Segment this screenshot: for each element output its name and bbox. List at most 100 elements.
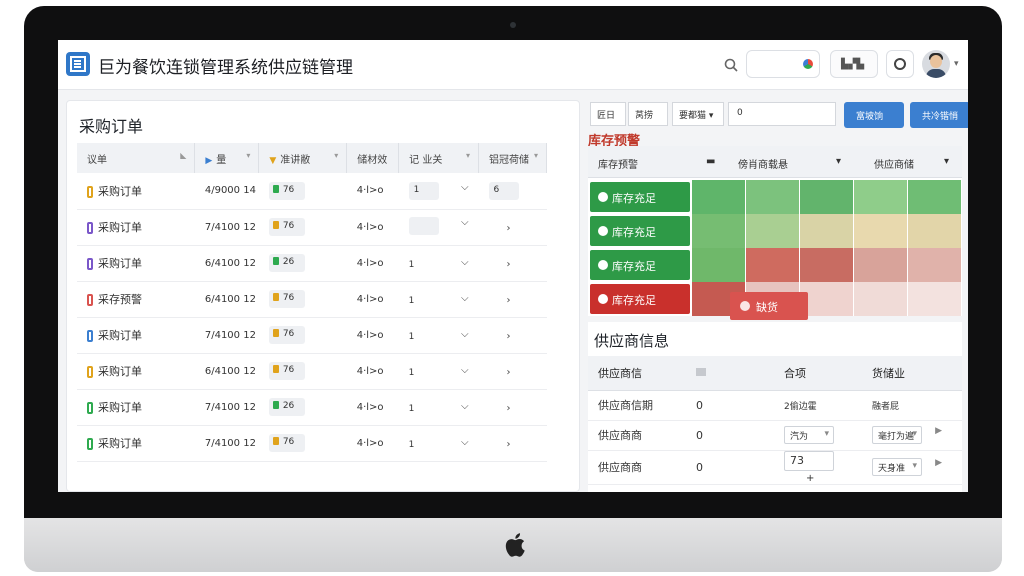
table-row[interactable]: 供应商商0 73 + 天身准 ▶ [588,450,962,485]
shortage-badge[interactable]: 缺货 [730,292,808,320]
table-row[interactable]: 供应商商0 汽为 毫打为遍 ▶ [588,420,962,451]
chevron-down-icon[interactable]: ⌵ [461,365,469,376]
heatmap-cell [746,248,800,282]
heatmap-cell [854,180,908,214]
table-row[interactable]: 采购订单 7/4100 12 76 4·l>o ⌵ › [77,209,547,246]
order-name-cell[interactable]: 采购订单 [77,425,195,462]
col-header[interactable]: 铝冠荷储 ▾ [478,143,547,173]
status-marker [87,330,93,342]
last-cell: › [478,209,547,246]
chevron-down-icon[interactable]: ⌵ [461,293,469,304]
stock-status-badge[interactable]: 库存充足 [590,250,690,280]
qty-pill[interactable]: 76 [268,218,305,236]
chevron-right-icon[interactable]: ▶ [935,426,942,436]
col-header[interactable]: ▼ 准讲敝 ▾ [258,143,348,173]
secondary-button[interactable]: 共冷锴悄 [910,102,968,128]
chevron-down-icon[interactable]: ⌵ [461,257,469,268]
qty-pill[interactable]: 26 [268,398,305,416]
chevron-right-icon[interactable]: › [507,439,511,450]
order-name-cell[interactable]: 采购订单 [77,245,195,282]
supplier-field-cell: 汽为 [774,420,862,451]
plus-icon[interactable]: + [806,473,814,484]
search-input[interactable] [746,50,820,78]
chevron-right-icon[interactable]: › [507,295,511,306]
status-marker [87,438,93,450]
status-marker [87,294,93,306]
qty-pill[interactable]: 76 [268,434,305,452]
search-field[interactable]: 0 [728,102,836,126]
chevron-down-icon[interactable]: ⌵ [461,329,469,340]
table-row[interactable]: 采购订单 4/9000 14 76 4·l>o 1 ⌵ 6 [77,173,547,210]
quantity-input[interactable]: 73 [784,450,834,471]
order-name-cell[interactable]: 采购订单 [77,209,195,246]
segment-button[interactable]: 莴捞 [628,102,668,126]
col-header[interactable]: 供应商信 [588,356,686,391]
tag-cell: 1 ⌵ [398,425,479,462]
qty-pill[interactable]: 76 [268,362,305,380]
col-header[interactable]: 记 业关 ▾ [398,143,480,173]
supplier-select[interactable]: 汽为 [784,426,834,444]
chevron-right-icon[interactable]: › [507,259,511,270]
supplier-select[interactable]: 毫打为遍 [872,426,922,444]
table-row[interactable]: 供应商信期 0 2偷边霍 融者屁 [588,390,962,421]
table-row[interactable]: 采存预警 6/4100 12 76 4·l>o 1 ⌵ › [77,281,547,318]
apple-logo-icon [505,533,525,557]
chevron-down-icon[interactable]: ⌵ [461,437,469,448]
color-picker-icon[interactable] [803,59,813,69]
order-name-cell[interactable]: 采购订单 [77,389,195,426]
qty-pill[interactable]: 76 [268,326,305,344]
table-row[interactable]: 采购订单 7/4100 12 76 4·l>o 1 ⌵ › [77,317,547,354]
col-header[interactable]: ▶ 量 ▾ [194,143,260,173]
heatmap-cell [692,214,746,248]
avatar[interactable] [922,50,950,78]
table-row[interactable]: 采购订单 7/4100 12 76 4·l>o 1 ⌵ › [77,425,547,462]
order-number-cell: 7/4100 12 [194,317,259,354]
order-name-cell[interactable]: 采购订单 [77,353,195,390]
order-name-cell[interactable]: 采购订单 [77,173,195,210]
filter-button[interactable]: ▙▞▙ [830,50,878,78]
qty-pill[interactable]: 26 [268,254,305,272]
supplier-select[interactable]: 天身准 [872,458,922,476]
notification-button[interactable] [886,50,914,78]
primary-button[interactable]: 富坡饷 [844,102,904,128]
stock-alert-grid: 库存预警 ▬ 傍肖商载悬 ▾ 供应商储 ▾ 库存充足 库存充足 库存充足 库存充足 缺… [588,146,962,320]
tag-pill[interactable] [408,216,439,235]
tag-pill[interactable]: 1 [408,181,439,200]
stock-status-badge[interactable]: 库存充足 [590,284,690,314]
table-row[interactable]: 采购订单 6/4100 12 76 4·l>o 1 ⌵ › [77,353,547,390]
chevron-right-icon[interactable]: › [507,403,511,414]
table-row[interactable]: 采购订单 6/4100 12 26 4·l>o 1 ⌵ › [77,245,547,282]
chevron-right-icon[interactable]: › [507,331,511,342]
scrollbar[interactable] [579,207,580,253]
supplier-field-cell: 2偷边霍 [774,390,862,421]
chevron-right-icon[interactable]: ▶ [935,458,942,468]
chevron-down-icon[interactable]: ⌵ [461,217,469,228]
segment-button[interactable]: 匠日 [590,102,626,126]
col-header[interactable]: 合项 [774,356,862,391]
stock-status-badge[interactable]: 库存充足 [590,182,690,212]
col-header[interactable]: 货储业 [862,356,962,391]
tag-pill[interactable]: 6 [488,181,519,200]
search-icon[interactable] [724,58,738,72]
qty-pill[interactable]: 76 [268,181,305,200]
heatmap-cell [908,214,962,248]
app-logo-icon [66,52,90,76]
qty-pill[interactable]: 76 [268,290,305,308]
order-number-cell: 6/4100 12 [194,245,259,282]
chevron-down-icon[interactable]: ⌵ [461,182,469,193]
col-header[interactable]: 议单 ◣ [77,143,196,173]
chevron-down-icon[interactable]: ⌵ [461,401,469,412]
chevron-down-icon[interactable]: ▾ [954,59,959,69]
order-name-cell[interactable]: 采购订单 [77,317,195,354]
panel-title: 采购订单 [79,117,144,136]
chevron-right-icon[interactable]: › [507,367,511,378]
imac-chin [24,518,1002,572]
supplier-field-cell: 73 + [774,450,862,485]
col-header[interactable]: 储材效 [346,143,400,173]
chevron-right-icon[interactable]: › [507,223,511,234]
filter-dropdown[interactable]: 要都猫 ▾ [672,102,724,126]
stock-status-badge[interactable]: 库存充足 [590,216,690,246]
table-row[interactable]: 采购订单 7/4100 12 26 4·l>o 1 ⌵ › [77,389,547,426]
order-name-cell[interactable]: 采存预警 [77,281,195,318]
supplier-name-cell: 供应商商 [588,450,686,485]
